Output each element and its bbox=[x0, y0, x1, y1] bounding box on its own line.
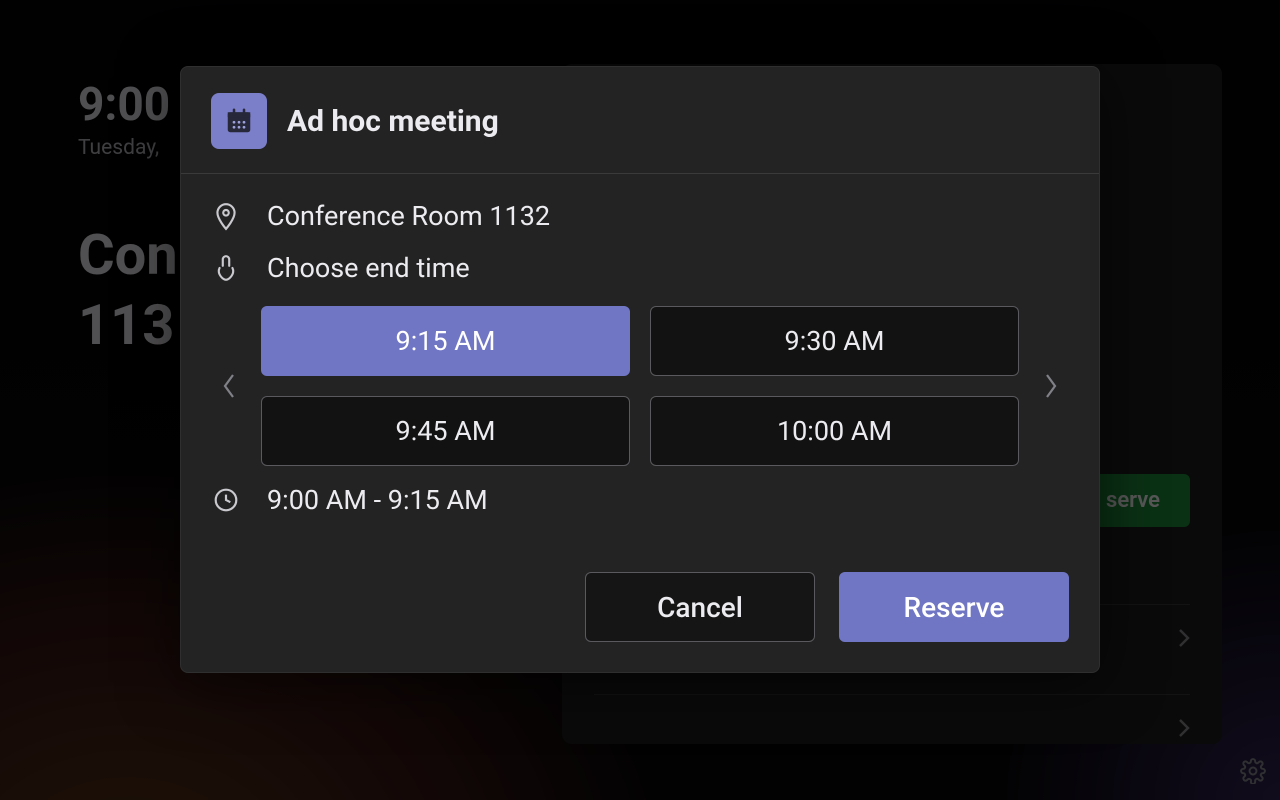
modal-footer: Cancel Reserve bbox=[181, 546, 1099, 672]
time-range-row: 9:00 AM - 9:15 AM bbox=[211, 484, 1069, 516]
choose-end-time-label: Choose end time bbox=[267, 252, 470, 284]
modal-title: Ad hoc meeting bbox=[287, 104, 499, 139]
end-time-option-4-label: 10:00 AM bbox=[777, 415, 892, 447]
chevron-right-icon bbox=[1043, 372, 1059, 400]
end-time-option-4[interactable]: 10:00 AM bbox=[650, 396, 1019, 466]
cancel-button-label: Cancel bbox=[657, 591, 743, 624]
time-grid: 9:15 AM 9:30 AM 9:45 AM 10:00 AM bbox=[261, 306, 1019, 466]
time-next-button[interactable] bbox=[1033, 346, 1069, 426]
chevron-left-icon bbox=[221, 372, 237, 400]
reserve-button-label: Reserve bbox=[904, 591, 1005, 624]
time-prev-button[interactable] bbox=[211, 346, 247, 426]
room-name-text: Conference Room 1132 bbox=[267, 200, 550, 232]
room-row: Conference Room 1132 bbox=[211, 200, 1069, 232]
time-range-text: 9:00 AM - 9:15 AM bbox=[267, 484, 488, 516]
location-icon bbox=[211, 201, 241, 231]
end-time-option-2[interactable]: 9:30 AM bbox=[650, 306, 1019, 376]
end-time-option-1-label: 9:15 AM bbox=[396, 325, 496, 357]
cancel-button[interactable]: Cancel bbox=[585, 572, 815, 642]
adhoc-meeting-modal: Ad hoc meeting Conference Room 1132 bbox=[180, 66, 1100, 673]
end-time-option-3-label: 9:45 AM bbox=[396, 415, 496, 447]
modal-overlay: Ad hoc meeting Conference Room 1132 bbox=[0, 0, 1280, 800]
calendar-icon bbox=[211, 93, 267, 149]
reserve-button[interactable]: Reserve bbox=[839, 572, 1069, 642]
end-time-picker: 9:15 AM 9:30 AM 9:45 AM 10:00 AM bbox=[211, 306, 1069, 466]
touch-icon bbox=[211, 253, 241, 283]
modal-header: Ad hoc meeting bbox=[181, 67, 1099, 174]
modal-body: Conference Room 1132 Choose end time bbox=[181, 174, 1099, 546]
choose-end-time-row: Choose end time bbox=[211, 252, 1069, 284]
end-time-option-1[interactable]: 9:15 AM bbox=[261, 306, 630, 376]
clock-icon bbox=[211, 487, 241, 513]
end-time-option-2-label: 9:30 AM bbox=[785, 325, 885, 357]
end-time-option-3[interactable]: 9:45 AM bbox=[261, 396, 630, 466]
